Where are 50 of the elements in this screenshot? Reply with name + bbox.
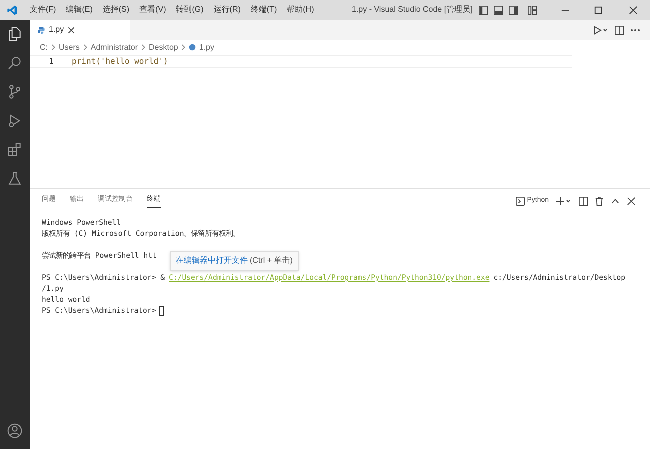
source-control-icon[interactable] bbox=[7, 84, 23, 100]
menu-item[interactable]: 终端(T) bbox=[246, 4, 282, 16]
secondary-sidebar-layout-icon[interactable] bbox=[509, 6, 518, 14]
menu-item[interactable]: 编辑(E) bbox=[61, 4, 98, 16]
extensions-icon[interactable] bbox=[7, 142, 23, 158]
sidebar-layout-icon[interactable] bbox=[479, 6, 488, 14]
files-icon[interactable] bbox=[7, 26, 23, 42]
breadcrumb-item[interactable]: C: bbox=[40, 42, 48, 54]
more-icon[interactable] bbox=[631, 28, 640, 32]
line-number: 1 bbox=[48, 56, 54, 68]
tab-label[interactable]: 1.py bbox=[49, 24, 64, 36]
menu-item[interactable]: 运行(R) bbox=[208, 4, 246, 16]
flask-icon[interactable] bbox=[7, 171, 23, 187]
new-terminal-icon[interactable] bbox=[556, 196, 572, 206]
close-panel-icon[interactable] bbox=[627, 196, 636, 206]
menu-item[interactable]: 转到(G) bbox=[171, 4, 209, 16]
app-logo-icon bbox=[7, 4, 18, 16]
python-file-icon bbox=[38, 26, 45, 34]
split-editor-icon[interactable] bbox=[615, 26, 624, 34]
menu-item[interactable]: 查看(V) bbox=[134, 4, 172, 16]
chevron-up-icon[interactable] bbox=[611, 196, 620, 206]
customize-layout-icon[interactable] bbox=[528, 6, 537, 14]
breadcrumb-item[interactable]: Users bbox=[59, 42, 80, 54]
tooltip: 在编辑器中打开文件 (Ctrl + 单击) bbox=[170, 251, 299, 271]
breadcrumb-item[interactable]: Administrator bbox=[90, 42, 138, 54]
run-debug-icon[interactable] bbox=[7, 113, 23, 129]
account-icon[interactable] bbox=[7, 423, 23, 439]
search-icon[interactable] bbox=[7, 55, 23, 71]
terminal-icon bbox=[516, 196, 526, 206]
chevron-right-icon bbox=[181, 44, 186, 51]
chevron-right-icon bbox=[51, 44, 56, 51]
chevron-right-icon bbox=[141, 44, 146, 51]
maximize-icon[interactable] bbox=[594, 6, 603, 14]
run-icon[interactable] bbox=[594, 26, 608, 34]
breadcrumb-item[interactable]: Desktop bbox=[149, 42, 178, 54]
python-file-icon bbox=[189, 44, 196, 51]
close-icon[interactable] bbox=[629, 6, 638, 14]
window-title: 1.py - Visual Studio Code [管理员] bbox=[352, 4, 473, 16]
editor-tab[interactable]: 1.py bbox=[30, 20, 130, 40]
code-line: print('hello world') bbox=[72, 56, 168, 68]
menu-item[interactable]: 帮助(H) bbox=[282, 4, 320, 16]
close-tab-icon[interactable] bbox=[68, 26, 76, 34]
breadcrumb-item[interactable]: 1.py bbox=[199, 42, 214, 54]
menu-item[interactable]: 选择(S) bbox=[98, 4, 135, 16]
panel-layout-icon[interactable] bbox=[494, 6, 503, 14]
split-terminal-icon[interactable] bbox=[579, 196, 588, 206]
chevron-right-icon bbox=[82, 44, 88, 51]
menu-item[interactable]: 文件(F) bbox=[25, 4, 62, 16]
trash-icon[interactable] bbox=[595, 196, 604, 206]
terminal-cursor bbox=[159, 306, 164, 316]
